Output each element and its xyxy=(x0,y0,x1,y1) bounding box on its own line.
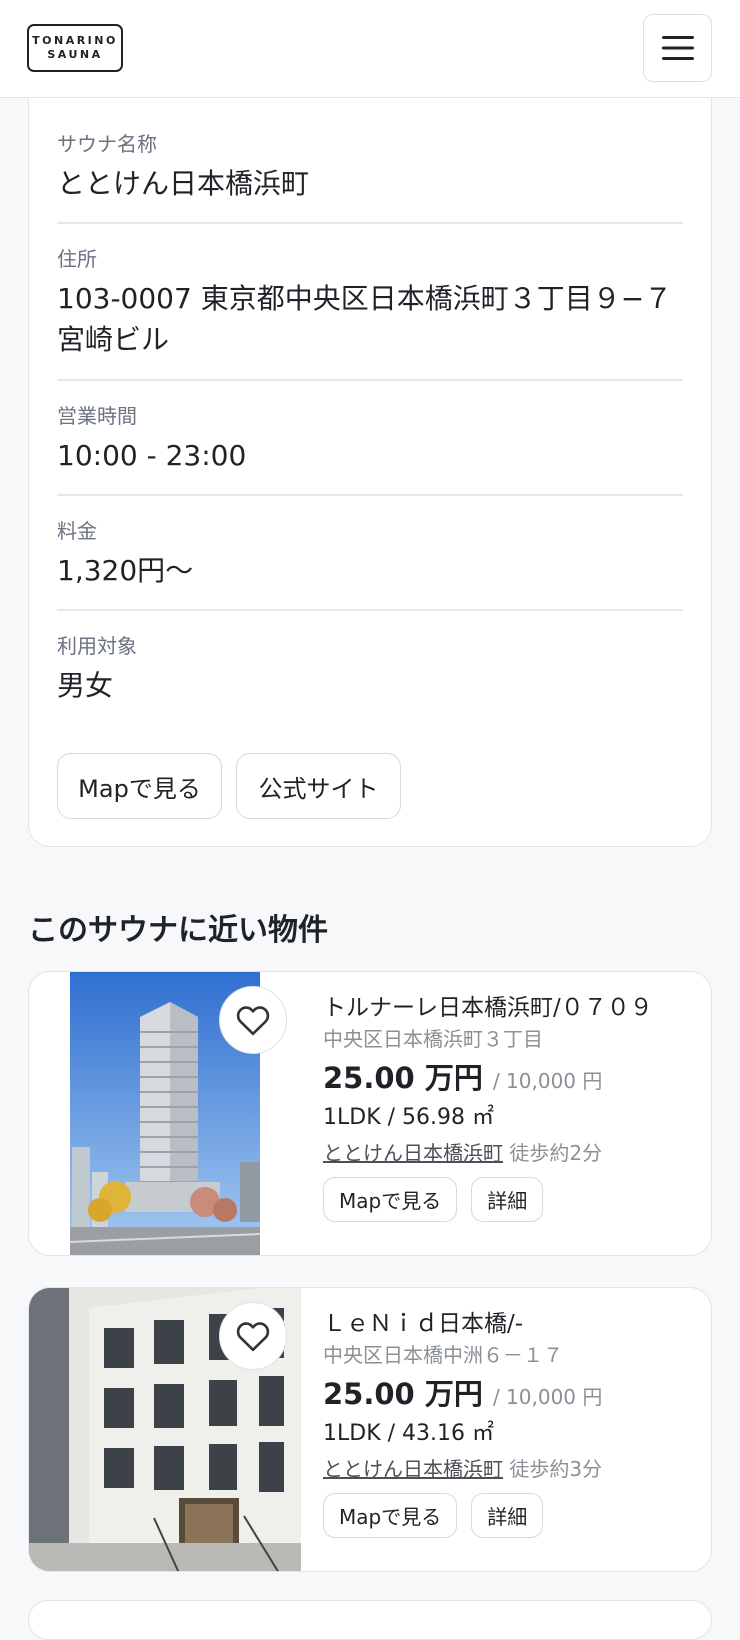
hours-label: 営業時間 xyxy=(57,404,137,428)
price-label: 料金 xyxy=(57,519,97,543)
heart-icon xyxy=(236,1006,270,1036)
favorite-button[interactable] xyxy=(219,1302,287,1370)
heart-icon xyxy=(236,1322,270,1352)
property-access: ととけん日本橋浜町 徒歩約3分 xyxy=(323,1451,703,1487)
property-management-fee: / 10,000 円 xyxy=(492,1069,603,1093)
divider xyxy=(57,379,683,381)
property-spec: 1LDK / 43.16 ㎡ xyxy=(323,1421,494,1446)
target-row: 利用対象 男女 xyxy=(57,633,683,706)
sauna-name-value: ととけん日本橋浜町 xyxy=(57,167,310,200)
property-title[interactable]: ＬｅＮｉｄ日本橋/- xyxy=(323,1308,703,1340)
property-address: 中央区日本橋浜町３丁目 xyxy=(323,1027,543,1051)
divider xyxy=(57,222,683,224)
property-access: ととけん日本橋浜町 徒歩約2分 xyxy=(323,1135,703,1171)
property-detail-button[interactable]: 詳細 xyxy=(471,1493,544,1538)
favorite-button[interactable] xyxy=(219,986,287,1054)
property-actions: Mapで見る 詳細 xyxy=(323,1177,703,1233)
official-site-button[interactable]: 公式サイト xyxy=(236,753,401,819)
address-row: 住所 103-0007 東京都中央区日本橋浜町３丁目９−７ 宮崎ビル xyxy=(57,246,683,360)
address-value: 103-0007 東京都中央区日本橋浜町３丁目９−７ 宮崎ビル xyxy=(57,282,673,356)
map-button[interactable]: Mapで見る xyxy=(57,753,222,819)
target-label: 利用対象 xyxy=(57,634,137,658)
property-actions: Mapで見る 詳細 xyxy=(323,1493,703,1549)
property-map-button[interactable]: Mapで見る xyxy=(323,1177,458,1222)
property-detail-button[interactable]: 詳細 xyxy=(471,1177,544,1222)
property-card[interactable] xyxy=(28,1600,712,1640)
tonarino-sauna-logo[interactable]: TONARINO SAUNA xyxy=(27,24,123,72)
property-management-fee: / 10,000 円 xyxy=(492,1385,603,1409)
property-title[interactable]: トルナーレ日本橋浜町/０７０９ xyxy=(323,992,703,1024)
nearby-properties-title: このサウナに近い物件 xyxy=(28,913,328,948)
walk-time: 徒歩約2分 xyxy=(509,1141,603,1165)
logo-line-1: TONARINO xyxy=(32,34,118,47)
hamburger-menu-button[interactable] xyxy=(643,14,712,82)
divider xyxy=(57,494,683,496)
property-info: ＬｅＮｉｄ日本橋/- 中央区日本橋中洲６－１７ 25.00 万円 / 10,00… xyxy=(323,1308,703,1549)
sauna-name-row: サウナ名称 ととけん日本橋浜町 xyxy=(57,131,683,204)
property-map-button[interactable]: Mapで見る xyxy=(323,1493,458,1538)
property-rent: 25.00 万円 xyxy=(323,1377,483,1411)
site-header: TONARINO SAUNA xyxy=(0,0,740,98)
divider xyxy=(57,609,683,611)
sauna-name-label: サウナ名称 xyxy=(57,132,157,156)
hours-value: 10:00 - 23:00 xyxy=(57,439,247,472)
property-card[interactable]: トルナーレ日本橋浜町/０７０９ 中央区日本橋浜町３丁目 25.00 万円 / 1… xyxy=(28,971,712,1256)
property-spec: 1LDK / 56.98 ㎡ xyxy=(323,1105,494,1130)
sauna-info-card: サウナ名称 ととけん日本橋浜町 住所 103-0007 東京都中央区日本橋浜町３… xyxy=(28,60,712,847)
property-address: 中央区日本橋中洲６－１７ xyxy=(323,1343,563,1367)
price-row: 料金 1,320円〜 xyxy=(57,518,683,591)
property-price: 25.00 万円 / 10,000 円 xyxy=(323,1374,703,1417)
property-rent: 25.00 万円 xyxy=(323,1061,483,1095)
property-card[interactable]: ＬｅＮｉｄ日本橋/- 中央区日本橋中洲６－１７ 25.00 万円 / 10,00… xyxy=(28,1287,712,1572)
walk-time: 徒歩約3分 xyxy=(509,1457,603,1481)
property-price: 25.00 万円 / 10,000 円 xyxy=(323,1058,703,1101)
price-value: 1,320円〜 xyxy=(57,554,194,587)
address-label: 住所 xyxy=(57,247,97,271)
hamburger-menu-icon xyxy=(661,36,694,60)
property-info: トルナーレ日本橋浜町/０７０９ 中央区日本橋浜町３丁目 25.00 万円 / 1… xyxy=(323,992,703,1233)
target-value: 男女 xyxy=(57,669,114,702)
logo-line-2: SAUNA xyxy=(47,48,103,61)
sauna-link[interactable]: ととけん日本橋浜町 xyxy=(323,1141,503,1165)
hours-row: 営業時間 10:00 - 23:00 xyxy=(57,403,683,476)
sauna-link[interactable]: ととけん日本橋浜町 xyxy=(323,1457,503,1481)
